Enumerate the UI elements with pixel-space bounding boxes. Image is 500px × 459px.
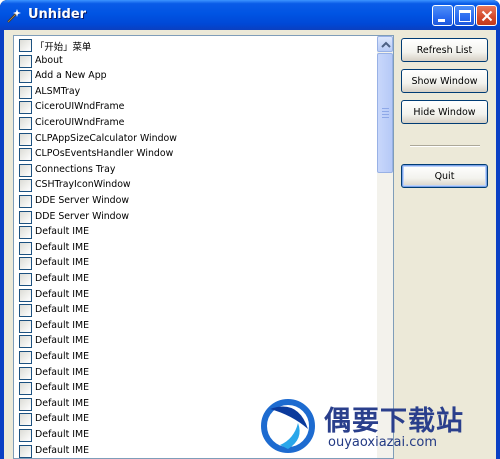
quit-button[interactable]: Quit — [401, 164, 488, 188]
list-item[interactable]: Add a New App — [18, 69, 378, 84]
list-item-label: Default IME — [35, 429, 90, 440]
close-icon — [481, 10, 493, 22]
watermark-logo-icon — [261, 399, 315, 453]
item-checkbox[interactable] — [19, 257, 32, 271]
list-item-label: DDE Server Window — [35, 210, 130, 222]
list-item-label: Default IME — [35, 444, 90, 456]
list-item-label: Default IME — [35, 319, 90, 331]
list-item-label: Default IME — [35, 288, 90, 300]
hide-window-button[interactable]: Hide Window — [401, 100, 488, 124]
list-item-label: 「开始」菜单 — [35, 42, 92, 53]
list-item[interactable]: Default IME — [18, 366, 378, 381]
list-item-label: Default IME — [35, 304, 90, 316]
app-wand-icon — [7, 9, 21, 23]
watermark-url: ouyaoxiazai.com — [328, 435, 437, 450]
list-item-label: Add a New App — [35, 70, 107, 82]
list-item[interactable]: CSHTrayIconWindow — [18, 178, 378, 193]
list-item-label: Default IME — [35, 257, 90, 269]
list-item[interactable]: Default IME — [18, 241, 378, 256]
list-item-label: Default IME — [35, 351, 90, 362]
app-window: Unhider 「开始」菜单 About Add a New App ALSMTray… — [0, 0, 500, 459]
list-item[interactable]: CLPAppSizeCalculator Window — [18, 132, 378, 147]
list-item[interactable]: 「开始」菜单 — [18, 38, 378, 53]
list-item-label: Default IME — [35, 335, 90, 347]
list-item[interactable]: DDE Server Window — [18, 194, 378, 209]
list-item-label: DDE Server Window — [35, 195, 130, 206]
item-checkbox[interactable] — [19, 429, 32, 442]
list-item[interactable]: DDE Server Window — [18, 210, 378, 225]
item-checkbox[interactable] — [19, 444, 32, 458]
list-item-label: Connections Tray — [35, 163, 116, 175]
list-item-label: CLPOsEventsHandler Window — [35, 148, 174, 160]
list-item[interactable]: CiceroUIWndFrame — [18, 116, 378, 131]
list-item[interactable]: Default IME — [18, 319, 378, 334]
item-checkbox[interactable] — [19, 179, 32, 193]
show-window-button[interactable]: Show Window — [401, 69, 488, 93]
list-item[interactable]: ALSMTray — [18, 85, 378, 100]
window-title: Unhider — [28, 7, 87, 22]
maximize-button[interactable] — [454, 5, 475, 26]
list-item[interactable]: CLPOsEventsHandler Window — [18, 147, 378, 162]
item-checkbox[interactable] — [19, 163, 32, 177]
item-checkbox[interactable] — [19, 319, 32, 333]
item-checkbox[interactable] — [19, 241, 32, 255]
list-item[interactable]: Default IME — [18, 225, 378, 240]
list-item[interactable]: Default IME — [18, 256, 378, 271]
list-item-label: Default IME — [35, 273, 90, 284]
maximize-icon — [459, 10, 471, 22]
item-checkbox[interactable] — [19, 117, 32, 130]
item-checkbox[interactable] — [19, 195, 32, 208]
refresh-list-button[interactable]: Refresh List — [401, 38, 488, 62]
item-checkbox[interactable] — [19, 382, 32, 396]
item-checkbox[interactable] — [19, 226, 32, 240]
list-item[interactable]: Default IME — [18, 334, 378, 349]
list-item-label: CLPAppSizeCalculator Window — [35, 132, 177, 144]
scroll-thumb[interactable] — [377, 53, 393, 173]
list-item-label: Default IME — [35, 413, 90, 425]
item-checkbox[interactable] — [19, 366, 32, 380]
item-checkbox[interactable] — [19, 39, 32, 52]
item-checkbox[interactable] — [19, 148, 32, 162]
item-checkbox[interactable] — [19, 210, 32, 224]
item-checkbox[interactable] — [19, 54, 32, 68]
list-item-label: CiceroUIWndFrame — [35, 101, 125, 113]
title-bar[interactable]: Unhider — [0, 0, 500, 30]
list-item[interactable]: About — [18, 54, 378, 69]
list-item[interactable]: CiceroUIWndFrame — [18, 100, 378, 115]
item-checkbox[interactable] — [19, 288, 32, 302]
separator — [410, 145, 480, 147]
list-item[interactable]: Default IME — [18, 288, 378, 303]
item-checkbox[interactable] — [19, 397, 32, 411]
item-checkbox[interactable] — [19, 413, 32, 427]
scroll-up-button[interactable] — [377, 36, 393, 52]
item-checkbox[interactable] — [19, 101, 32, 115]
list-item-label: Default IME — [35, 397, 90, 409]
list-item-label: CiceroUIWndFrame — [35, 117, 125, 128]
item-checkbox[interactable] — [19, 304, 32, 318]
list-item[interactable]: Connections Tray — [18, 163, 378, 178]
list-item[interactable]: Default IME — [18, 350, 378, 365]
list-item-label: Default IME — [35, 366, 90, 378]
minimize-icon — [438, 19, 445, 22]
item-checkbox[interactable] — [19, 351, 32, 364]
item-checkbox[interactable] — [19, 132, 32, 146]
list-item-label: Default IME — [35, 241, 90, 253]
close-button[interactable] — [476, 5, 497, 26]
watermark: 偶要下载站 ouyaoxiazai.com — [258, 395, 498, 455]
item-checkbox[interactable] — [19, 70, 32, 84]
list-item[interactable]: Default IME — [18, 272, 378, 287]
item-checkbox[interactable] — [19, 273, 32, 286]
watermark-title: 偶要下载站 — [324, 406, 464, 437]
list-item-label: Default IME — [35, 226, 90, 238]
list-item-label: ALSMTray — [35, 85, 81, 97]
item-checkbox[interactable] — [19, 335, 32, 349]
list-item-label: Default IME — [35, 382, 90, 394]
chevron-up-icon — [381, 41, 391, 48]
list-item[interactable]: Default IME — [18, 381, 378, 396]
minimize-button[interactable] — [432, 5, 453, 26]
list-item-label: CSHTrayIconWindow — [35, 179, 131, 191]
list-item[interactable]: Default IME — [18, 303, 378, 318]
item-checkbox[interactable] — [19, 85, 32, 99]
list-item-label: About — [35, 54, 63, 66]
